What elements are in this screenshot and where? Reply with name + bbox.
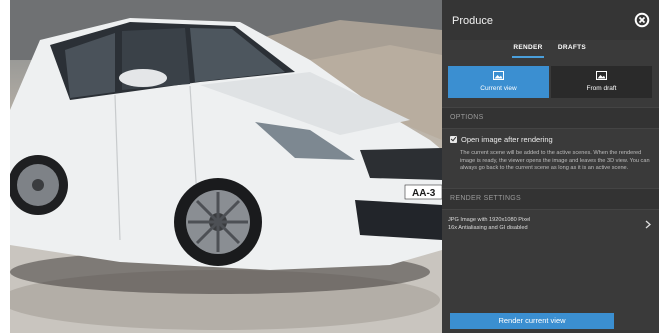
checkbox-checked-icon [450, 136, 457, 143]
image-icon [596, 71, 607, 80]
car-render-image: AA-3 [10, 0, 442, 333]
options-section-header: OPTIONS [442, 107, 659, 129]
panel-header: Produce [442, 0, 659, 40]
options-header-label: OPTIONS [450, 114, 484, 121]
chevron-right-icon [645, 220, 651, 229]
from-draft-label: From draft [586, 85, 617, 92]
tab-drafts[interactable]: DRAFTS [552, 44, 592, 51]
current-view-button[interactable]: Current view [448, 66, 549, 98]
render-current-view-button[interactable]: Render current view [450, 313, 614, 329]
options-description: The current scene will be added to the a… [460, 150, 650, 171]
produce-panel: Produce RENDER DRAFTS Current view From … [442, 0, 659, 333]
render-settings-section-header: RENDER SETTINGS [442, 188, 659, 210]
render-settings-header-label: RENDER SETTINGS [450, 195, 522, 202]
render-settings-format: JPG Image with 1920x1080 Pixel [448, 217, 531, 223]
render-settings-quality: 16x Antialiasing and GI disabled [448, 225, 528, 231]
render-settings-row[interactable]: JPG Image with 1920x1080 Pixel 16x Antia… [442, 211, 659, 241]
from-draft-button[interactable]: From draft [551, 66, 652, 98]
license-plate-text: AA-3 [412, 188, 436, 199]
panel-title: Produce [452, 15, 493, 27]
tab-render[interactable]: RENDER [508, 44, 548, 58]
close-icon[interactable] [634, 12, 650, 28]
open-after-render-checkbox[interactable]: Open image after rendering [450, 135, 650, 147]
image-icon [493, 71, 504, 80]
open-after-render-label: Open image after rendering [461, 135, 553, 144]
current-view-label: Current view [480, 85, 517, 92]
panel-tabs: RENDER DRAFTS [442, 40, 659, 60]
render-mode-selector: Current view From draft [448, 66, 652, 98]
3d-viewport[interactable]: AA-3 [10, 0, 442, 333]
